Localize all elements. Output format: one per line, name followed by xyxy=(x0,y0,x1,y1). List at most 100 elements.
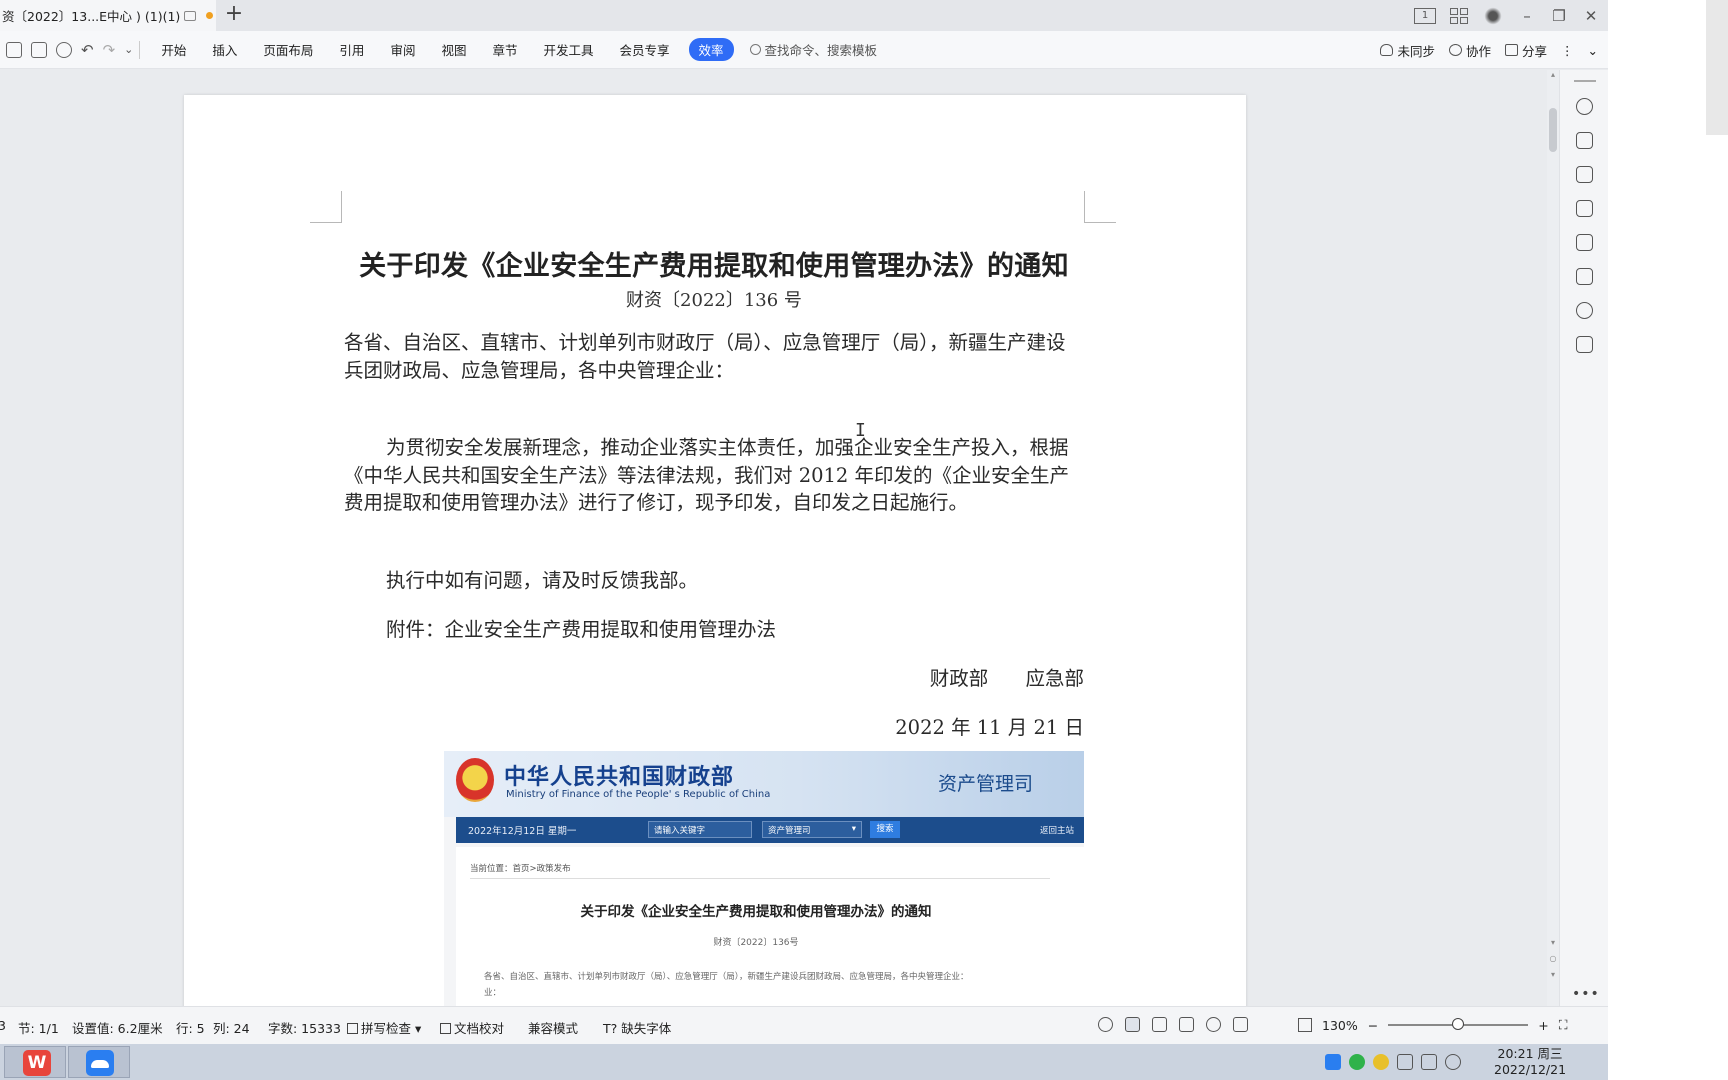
fullscreen-icon[interactable]: ⛶ xyxy=(1559,1017,1568,1033)
setting-value[interactable]: 设置值: 6.2厘米 xyxy=(72,1018,163,1037)
collab-button[interactable]: 协作 xyxy=(1448,41,1491,60)
zoom-in-icon[interactable]: + xyxy=(1538,1018,1548,1033)
nav-select-value: 资产管理司 xyxy=(768,826,811,836)
tray-app-icon[interactable] xyxy=(1325,1054,1341,1070)
book-icon[interactable] xyxy=(1576,336,1593,353)
tray-volume-icon[interactable] xyxy=(1397,1054,1413,1070)
rocket-icon[interactable] xyxy=(1576,132,1593,149)
menu-insert[interactable]: 插入 xyxy=(199,40,250,59)
layout-icon[interactable]: 1 xyxy=(1414,7,1436,24)
menu-efficiency[interactable]: 效率 xyxy=(688,38,734,61)
embedded-screenshot[interactable]: 中华人民共和国财政部 Ministry of Finance of the Pe… xyxy=(444,751,1084,1006)
menu-layout[interactable]: 页面布局 xyxy=(250,40,326,59)
taskbar-wps-button[interactable]: W xyxy=(4,1046,66,1078)
help-icon[interactable] xyxy=(1576,98,1593,115)
os-taskbar: W 20:21 周三 2022/12/21 xyxy=(0,1044,1608,1080)
signers-line[interactable]: 财政部 应急部 xyxy=(684,665,1084,693)
mof-nav-bar: 2022年12月12日 星期一 请输入关键字 资产管理司 ▾ 搜索 返回主站 xyxy=(456,817,1084,843)
document-number[interactable]: 财资〔2022〕136 号 xyxy=(344,286,1084,312)
vertical-scrollbar[interactable]: ▴ ▾ ○ ▾ xyxy=(1547,70,1559,1006)
body-paragraph-2[interactable]: 执行中如有问题，请及时反馈我部。 xyxy=(386,567,1086,595)
menu-home[interactable]: 开始 xyxy=(148,40,199,59)
scroll-up-icon[interactable]: ▴ xyxy=(1547,70,1559,79)
share-label: 分享 xyxy=(1522,43,1548,59)
missing-font-button[interactable]: T? 缺失字体 xyxy=(603,1018,671,1037)
cursor-icon[interactable] xyxy=(1576,200,1593,217)
zoom-slider[interactable] xyxy=(1388,1018,1529,1030)
status-bar: 3 节: 1/1 设置值: 6.2厘米 行: 5 列: 24 字数: 15333… xyxy=(0,1006,1608,1044)
new-tab-button[interactable]: + xyxy=(222,3,246,27)
taskbar-clock[interactable]: 20:21 周三 2022/12/21 xyxy=(1494,1046,1566,1078)
menu-sections[interactable]: 章节 xyxy=(479,40,530,59)
avatar[interactable] xyxy=(1482,6,1504,25)
location-icon[interactable] xyxy=(1576,302,1593,319)
scroll-thumb[interactable] xyxy=(1549,108,1557,152)
menu-member[interactable]: 会员专享 xyxy=(607,40,683,59)
minimize-icon[interactable]: – xyxy=(1518,7,1536,25)
redo-icon[interactable]: ↷ xyxy=(103,42,116,58)
customize-chevron-icon[interactable]: ⌄ xyxy=(124,42,133,58)
taskbar-app2-button[interactable] xyxy=(68,1046,130,1078)
tray-network-icon[interactable] xyxy=(1421,1054,1437,1070)
body-paragraph-1[interactable]: 为贯彻安全发展新理念，推动企业落实主体责任，加强企业安全生产投入，根据《中华人民… xyxy=(344,434,1084,517)
addressee-paragraph[interactable]: 各省、自治区、直辖市、计划单列市财政厅（局）、应急管理厅（局），新疆生产建设兵团… xyxy=(344,329,1084,384)
tray-speaker-icon[interactable] xyxy=(1445,1054,1461,1070)
close-icon[interactable]: ✕ xyxy=(1582,7,1600,25)
pen-icon[interactable] xyxy=(1576,166,1593,183)
fit-page-icon[interactable] xyxy=(1298,1018,1312,1032)
eye-icon[interactable] xyxy=(1098,1017,1113,1032)
proofread-button[interactable]: 文档校对 xyxy=(440,1018,504,1037)
chevron-down-icon[interactable]: ⌄ xyxy=(1588,43,1598,58)
undo-icon[interactable]: ↶ xyxy=(81,42,94,58)
share-button[interactable]: 分享 xyxy=(1505,41,1547,60)
save-icon[interactable] xyxy=(6,41,22,58)
document-tab[interactable]: 资〔2022〕13...E中心 ) (1)(1) xyxy=(0,0,216,31)
zoom-out-icon[interactable]: − xyxy=(1368,1018,1378,1033)
tray-wechat-icon[interactable] xyxy=(1349,1054,1365,1070)
web-view-icon[interactable] xyxy=(1206,1017,1221,1032)
sync-button[interactable]: 未同步 xyxy=(1380,41,1435,60)
menu-references[interactable]: 引用 xyxy=(326,40,377,59)
zoom-control: 130% − + ⛶ xyxy=(1298,1017,1567,1033)
mof-content: 当前位置：首页>政策发布 关于印发《企业安全生产费用提取和使用管理办法》的通知 … xyxy=(456,847,1084,1006)
image-icon[interactable] xyxy=(1576,268,1593,285)
word-count[interactable]: 字数: 15333 xyxy=(268,1018,341,1037)
tray-security-icon[interactable] xyxy=(1373,1054,1389,1070)
sync-label: 未同步 xyxy=(1397,43,1435,59)
date-line[interactable]: 2022 年 11 月 21 日 xyxy=(684,714,1084,742)
font-question-icon: T? xyxy=(603,1021,618,1036)
page-view-icon[interactable] xyxy=(1125,1017,1140,1032)
wps-window: 资〔2022〕13...E中心 ) (1)(1) + 1 – ❐ ✕ ↶ ↷ ⌄… xyxy=(0,0,1608,1080)
attachment-line[interactable]: 附件：企业安全生产费用提取和使用管理办法 xyxy=(386,616,1086,644)
compat-mode[interactable]: 兼容模式 xyxy=(528,1018,578,1037)
checkbox-icon xyxy=(347,1023,358,1034)
section-indicator[interactable]: 节: 1/1 xyxy=(18,1018,59,1037)
outline-view-icon[interactable] xyxy=(1152,1017,1167,1032)
menu-view[interactable]: 视图 xyxy=(428,40,479,59)
prev-page-icon[interactable]: ○ xyxy=(1547,954,1559,963)
next-page-icon[interactable]: ▾ xyxy=(1547,970,1559,979)
document-canvas[interactable]: 关于印发《企业安全生产费用提取和使用管理办法》的通知 财资〔2022〕136 号… xyxy=(0,70,1550,1006)
more-icon[interactable]: ⋮ xyxy=(1561,43,1574,58)
print-icon[interactable] xyxy=(31,41,47,58)
restore-icon[interactable]: ❐ xyxy=(1550,7,1568,25)
sliders-icon[interactable] xyxy=(1576,234,1593,251)
more-icon[interactable]: ••• xyxy=(1572,986,1600,1002)
spellcheck-button[interactable]: 拼写检查 ▾ xyxy=(347,1018,421,1037)
command-search[interactable]: 查找命令、搜索模板 xyxy=(749,40,877,59)
sidebar-handle[interactable] xyxy=(1574,80,1596,82)
menu-developer[interactable]: 开发工具 xyxy=(530,40,606,59)
margin-corner-mark xyxy=(1084,191,1116,223)
pen-tool-icon[interactable] xyxy=(1233,1017,1248,1032)
tab-title: 资〔2022〕13...E中心 ) (1)(1) xyxy=(2,9,181,24)
menu-review[interactable]: 审阅 xyxy=(377,40,428,59)
document-page[interactable]: 关于印发《企业安全生产费用提取和使用管理办法》的通知 财资〔2022〕136 号… xyxy=(184,95,1246,1006)
scroll-down-icon[interactable]: ▾ xyxy=(1547,938,1559,947)
preview-icon[interactable] xyxy=(56,41,72,58)
reading-view-icon[interactable] xyxy=(1179,1017,1194,1032)
apps-grid-icon[interactable] xyxy=(1450,7,1468,24)
zoom-level[interactable]: 130% xyxy=(1322,1018,1358,1033)
page-indicator[interactable]: 3 xyxy=(0,1018,6,1033)
zoom-slider-knob[interactable] xyxy=(1452,1018,1465,1030)
document-title[interactable]: 关于印发《企业安全生产费用提取和使用管理办法》的通知 xyxy=(344,244,1084,283)
